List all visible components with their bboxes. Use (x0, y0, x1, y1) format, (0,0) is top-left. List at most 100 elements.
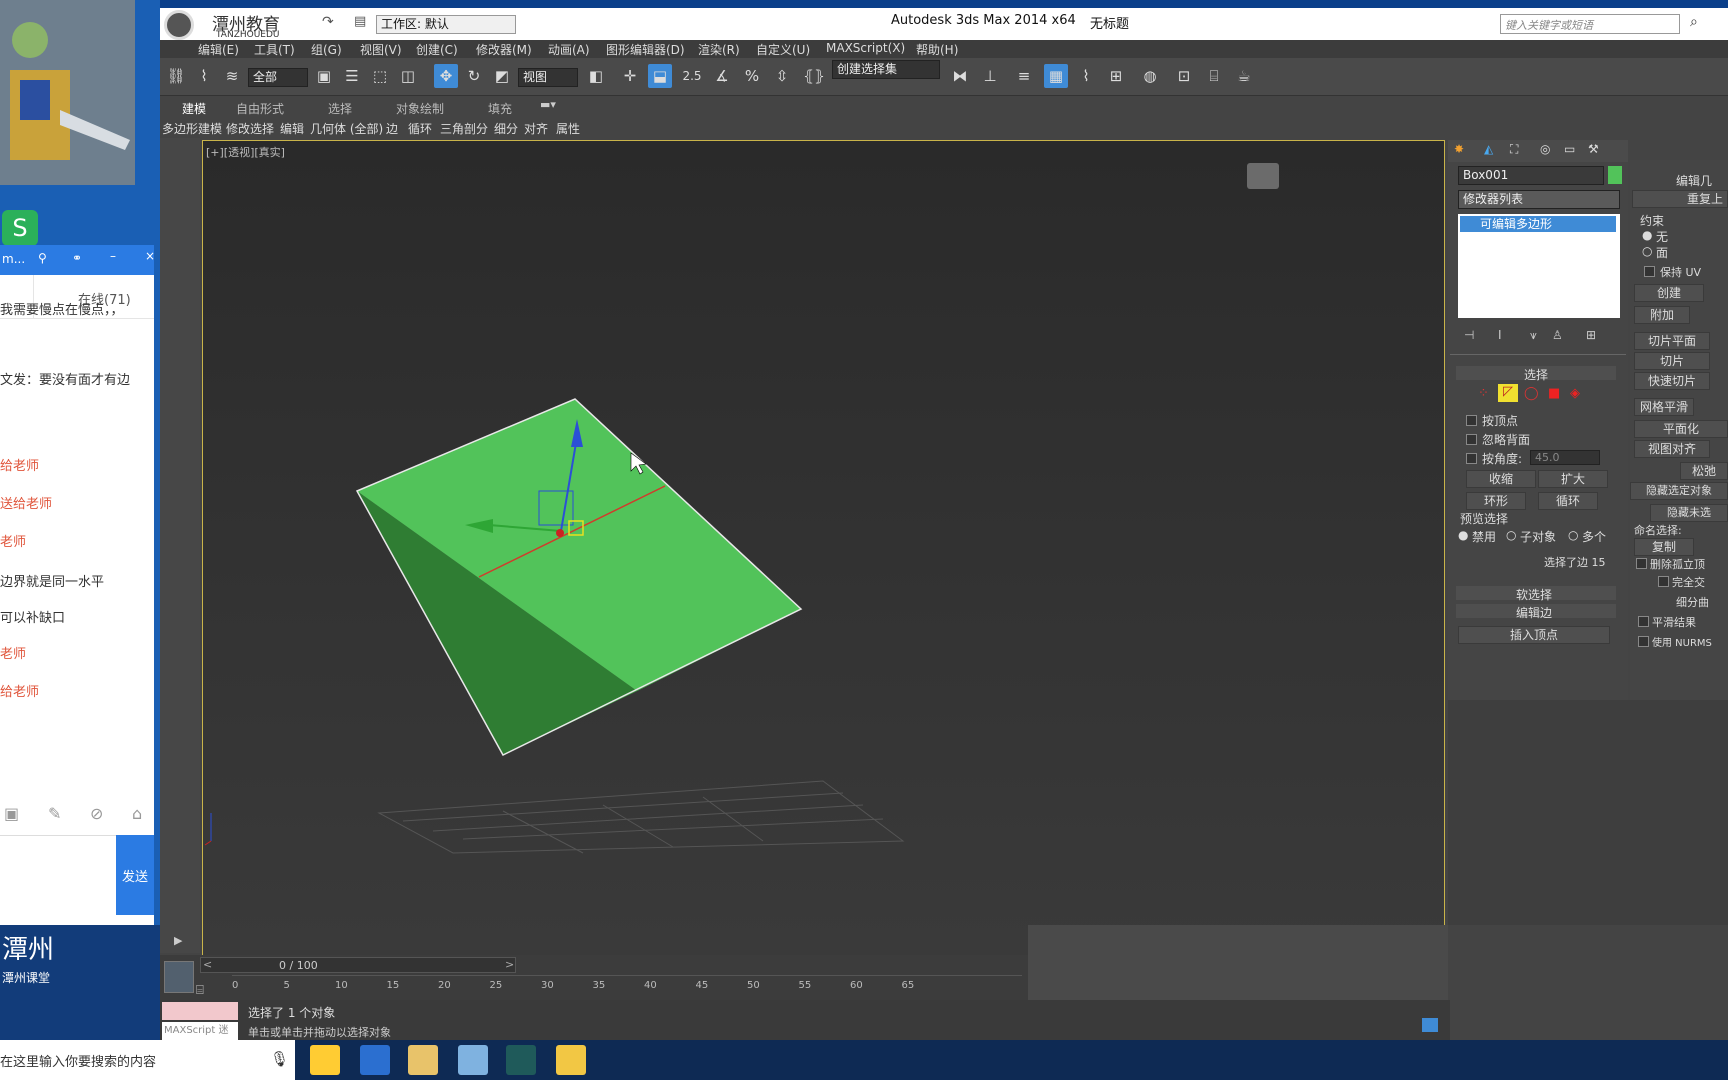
viewport-label[interactable]: [+][透视][真实] (206, 144, 285, 160)
polygon-level-icon[interactable]: ■ (1548, 386, 1560, 401)
menu-item[interactable]: 创建(C) (416, 41, 458, 58)
image-icon[interactable]: ▣ (4, 804, 19, 823)
percent-snap-icon[interactable]: % (740, 64, 764, 88)
app-s-icon[interactable]: S (2, 210, 38, 246)
ribbon-options-icon[interactable]: ▬▾ (540, 98, 556, 111)
ribbon-subtool[interactable]: 边 (386, 120, 398, 137)
block-icon[interactable]: ⊘ (90, 804, 103, 823)
hide-unselected-button[interactable]: 隐藏未选 (1650, 504, 1728, 522)
loop-button[interactable]: 循环 (1538, 492, 1598, 510)
by-angle-checkbox[interactable] (1466, 453, 1477, 464)
menu-item[interactable]: 视图(V) (360, 41, 402, 58)
snap-toggle-icon[interactable]: 2.5 (680, 64, 704, 88)
utilities-tab-icon[interactable]: ⚒ (1588, 142, 1599, 156)
help-search-input[interactable]: 键入关键字或短语 (1500, 14, 1680, 34)
menu-item[interactable]: 渲染(R) (698, 41, 740, 58)
menu-item[interactable]: 组(G) (311, 41, 342, 58)
taskbar-photo-icon[interactable] (458, 1045, 488, 1075)
max-logo-icon[interactable] (164, 10, 194, 40)
rendered-frame-icon[interactable]: ⌸ (1202, 64, 1226, 88)
show-end-result-icon[interactable]: Ⅰ (1498, 328, 1502, 342)
taskbar-search-box[interactable]: 在这里输入你要搜索的内容 🎙 (0, 1040, 295, 1080)
unlink-icon[interactable]: ⌇ (192, 64, 216, 88)
ribbon-subtool[interactable]: 循环 (408, 120, 432, 137)
constraint-face-radio[interactable]: ○ (1642, 244, 1652, 258)
selection-filter-dropdown[interactable]: 全部 (248, 68, 308, 87)
edit-icon[interactable]: ✎ (48, 804, 61, 823)
full-interop-checkbox[interactable] (1658, 576, 1669, 587)
constraint-none-radio[interactable]: ● (1642, 228, 1652, 242)
manipulate-icon[interactable]: ✛ (618, 64, 642, 88)
preview-off-radio[interactable]: ● (1458, 528, 1468, 542)
slice-plane-button[interactable]: 切片平面 (1634, 332, 1710, 350)
element-level-icon[interactable]: ◈ (1570, 386, 1580, 401)
send-button[interactable]: 发送 (116, 835, 154, 915)
next-frame-icon[interactable]: > (505, 958, 514, 971)
taskbar-folder-icon[interactable] (556, 1045, 586, 1075)
grow-button[interactable]: 扩大 (1538, 470, 1608, 488)
link-icon[interactable]: ⛓ (164, 64, 188, 88)
render-teapot-icon[interactable]: ☕ (1232, 64, 1256, 88)
object-name-field[interactable]: Box001 (1458, 166, 1604, 185)
viewcube-icon[interactable] (1247, 163, 1279, 189)
ribbon-tab[interactable]: 对象绘制 (396, 100, 444, 117)
ribbon-subtool[interactable]: 细分 (494, 120, 518, 137)
layer-manager-icon[interactable]: ≡ (1012, 64, 1036, 88)
insert-vertex-button[interactable]: 插入顶点 (1458, 626, 1610, 644)
scene-explorer-icon[interactable]: ▦ (1044, 64, 1068, 88)
edit-edges-rollout[interactable]: 编辑边 (1456, 604, 1616, 620)
redo-icon[interactable]: ↷ (322, 14, 334, 30)
ribbon-subtool[interactable]: 对齐 (524, 120, 548, 137)
motion-tab-icon[interactable]: ◎ (1540, 142, 1550, 156)
select-object-icon[interactable]: ▣ (312, 64, 336, 88)
create-tab-icon[interactable]: ✸ (1454, 142, 1464, 156)
workspace-dropdown[interactable]: 工作区: 默认 (376, 15, 516, 34)
maxscript-mini-listener[interactable]: MAXScript 迷 (162, 1022, 238, 1040)
ignore-backface-checkbox[interactable] (1466, 434, 1477, 445)
perspective-viewport[interactable] (202, 140, 1445, 956)
taskbar-chat-app-icon[interactable] (360, 1045, 390, 1075)
ribbon-subtool[interactable]: 多边形建模 (162, 120, 222, 137)
mini-curve-editor-icon[interactable] (164, 961, 194, 993)
use-nurms-checkbox[interactable] (1638, 636, 1649, 647)
planarize-button[interactable]: 平面化 (1634, 420, 1728, 438)
repeat-last-button[interactable]: 重复上 (1632, 190, 1728, 208)
menu-item[interactable]: 自定义(U) (756, 41, 810, 58)
view-align-button[interactable]: 视图对齐 (1634, 440, 1710, 458)
object-color-swatch[interactable] (1608, 166, 1622, 184)
slice-button[interactable]: 切片 (1634, 352, 1710, 370)
ribbon-tab[interactable]: 建模 (182, 100, 206, 117)
ribbon-tab[interactable]: 自由形式 (236, 100, 284, 117)
select-by-name-icon[interactable]: ☰ (340, 64, 364, 88)
remove-modifier-icon[interactable]: ♙ (1552, 328, 1563, 342)
taskbar-pinwheel-icon[interactable] (310, 1045, 340, 1075)
delete-isolated-checkbox[interactable] (1636, 558, 1647, 569)
share-icon[interactable]: ⚭ (72, 251, 82, 265)
menu-item[interactable]: 帮助(H) (916, 41, 958, 58)
preview-multi-radio[interactable]: ○ (1568, 528, 1578, 542)
edit-named-sel-icon[interactable]: ⦃⦄ (802, 64, 826, 88)
select-rotate-icon[interactable]: ↻ (462, 64, 486, 88)
keyboard-shortcut-icon[interactable]: ⬓ (648, 64, 672, 88)
smooth-result-checkbox[interactable] (1638, 616, 1649, 627)
angle-spinner[interactable]: 45.0 (1530, 450, 1600, 465)
hierarchy-tab-icon[interactable]: ⛶ (1510, 142, 1518, 157)
meshsmooth-button[interactable]: 网格平滑 (1634, 398, 1694, 416)
save-icon[interactable]: ▤ (354, 14, 366, 29)
select-move-icon[interactable]: ✥ (434, 64, 458, 88)
create-button[interactable]: 创建 (1634, 284, 1704, 302)
bind-spacewarp-icon[interactable]: ≋ (220, 64, 244, 88)
curve-editor-icon[interactable]: ⌇ (1074, 64, 1098, 88)
spinner-snap-icon[interactable]: ⇳ (770, 64, 794, 88)
pin-icon[interactable]: ⚲ (38, 251, 47, 265)
play-arrow-icon[interactable]: ▶ (174, 934, 182, 947)
mirror-icon[interactable]: ⧓ (948, 64, 972, 88)
configure-sets-icon[interactable]: ⊞ (1586, 328, 1596, 342)
named-selection-dropdown[interactable]: 创建选择集 (832, 60, 940, 79)
gift-icon[interactable]: ⌂ (132, 804, 142, 823)
microphone-icon[interactable]: 🎙 (270, 1050, 289, 1068)
close-icon[interactable]: × (145, 249, 155, 263)
preview-subobject-radio[interactable]: ○ (1506, 528, 1516, 542)
make-unique-icon[interactable]: ⩛ (1530, 328, 1537, 343)
subdivision-surface-title[interactable]: 细分曲 (1676, 594, 1709, 610)
